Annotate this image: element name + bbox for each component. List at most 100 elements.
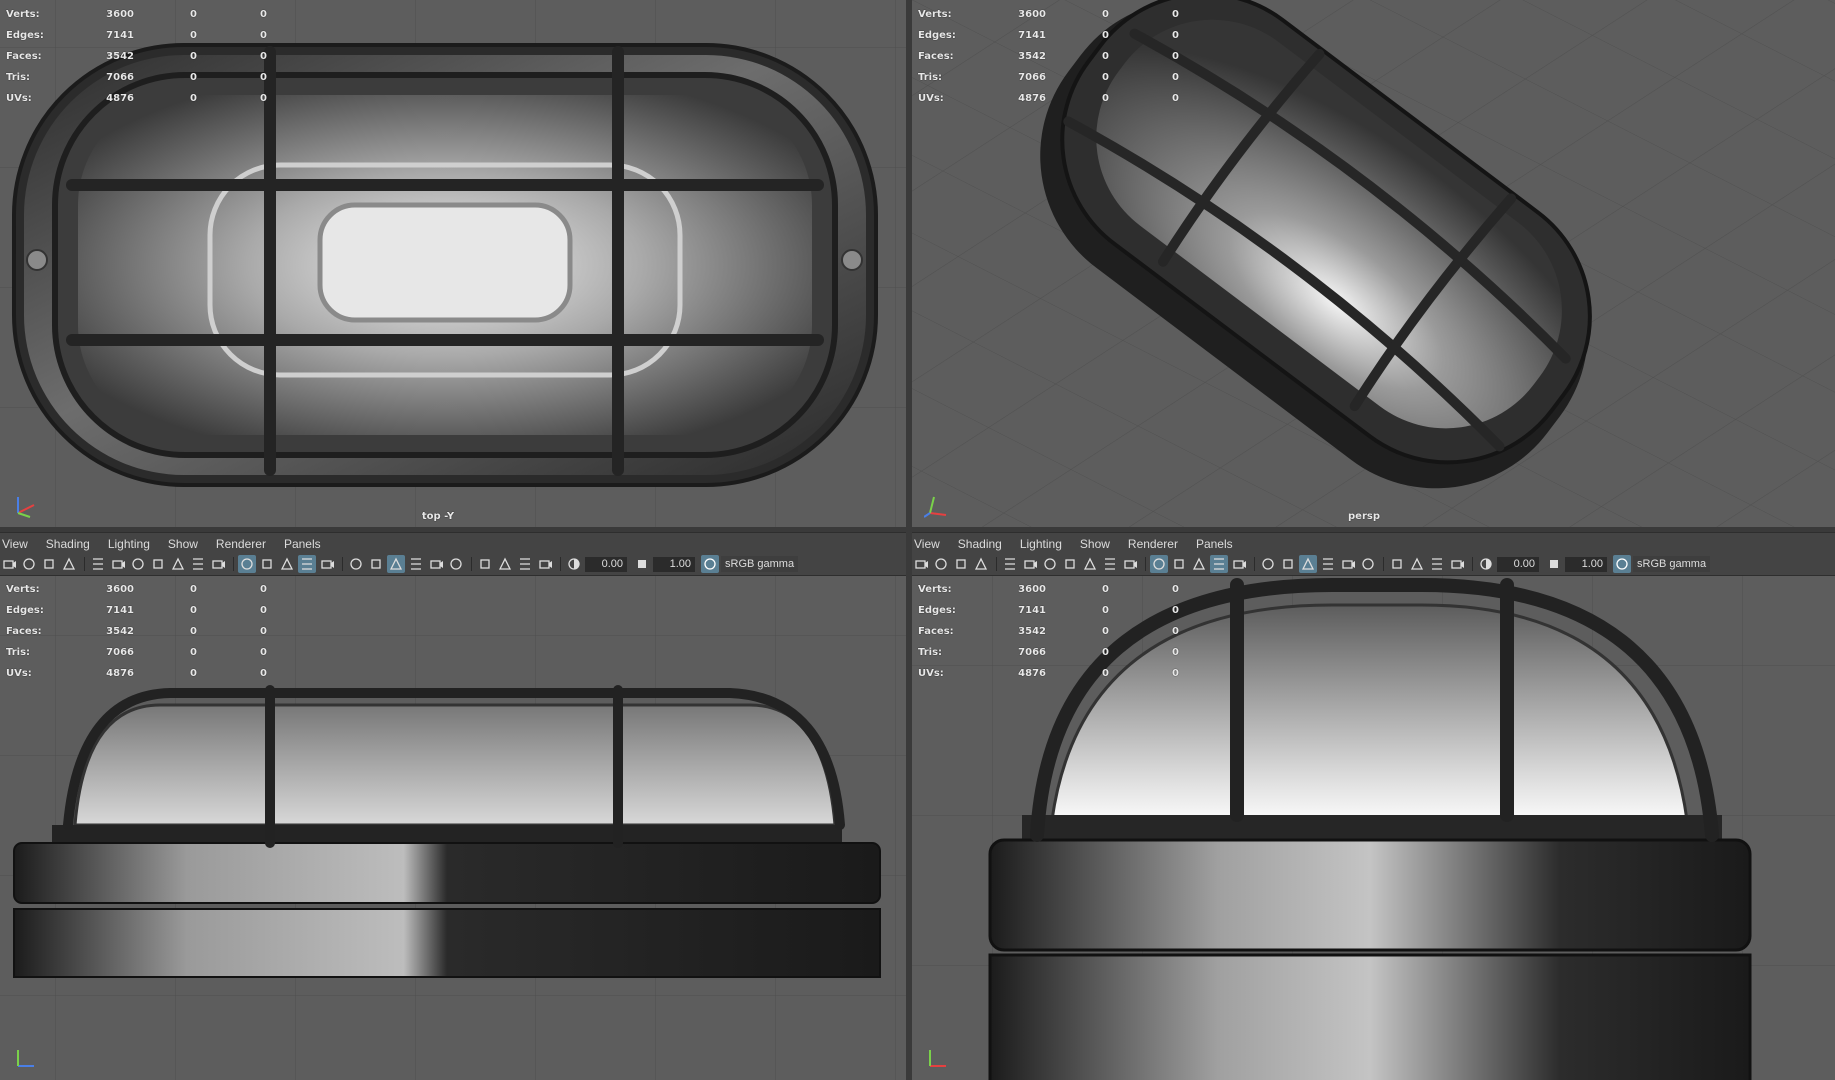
viewport-side[interactable]: Verts: 3600 0 0 Edges: 7141 0 0 Faces: 3542 0 0 Tris…: [912, 575, 1835, 1080]
stat-value: 0: [260, 9, 267, 20]
menu-shading[interactable]: Shading: [46, 535, 90, 553]
menu-panels[interactable]: Panels: [284, 535, 321, 553]
camera-icon[interactable]: [912, 555, 930, 573]
stat-value: 0: [1172, 72, 1179, 83]
stat-value: 0: [1102, 30, 1109, 41]
menu-renderer[interactable]: Renderer: [216, 535, 266, 553]
menu-lighting[interactable]: Lighting: [108, 535, 150, 553]
anti-alias-icon[interactable]: [427, 555, 445, 573]
gate-mask-icon[interactable]: [149, 555, 167, 573]
grid-toggle-icon[interactable]: [1001, 555, 1019, 573]
default-material-icon[interactable]: [278, 555, 296, 573]
wireframe-icon[interactable]: [1150, 555, 1168, 573]
bookmark-icon[interactable]: [40, 555, 58, 573]
colorspace-dropdown[interactable]: sRGB gamma: [721, 556, 799, 572]
colorspace-dropdown[interactable]: sRGB gamma: [1633, 556, 1711, 572]
xray-icon[interactable]: [318, 555, 336, 573]
camera-attr-icon[interactable]: [20, 555, 38, 573]
stat-value: 0: [1102, 605, 1109, 616]
isolate-select-icon[interactable]: [1388, 555, 1406, 573]
ambient-occlusion-icon[interactable]: [387, 555, 405, 573]
use-lights-icon[interactable]: [347, 555, 365, 573]
gamma-icon[interactable]: [1545, 555, 1563, 573]
safe-title-icon[interactable]: [209, 555, 227, 573]
smooth-shade-icon[interactable]: [258, 555, 276, 573]
film-gate-icon[interactable]: [1021, 555, 1039, 573]
field-chart-icon[interactable]: [1081, 555, 1099, 573]
motion-blur-icon[interactable]: [407, 555, 425, 573]
safe-action-icon[interactable]: [189, 555, 207, 573]
backface-cull-icon[interactable]: [1448, 555, 1466, 573]
default-material-icon[interactable]: [1190, 555, 1208, 573]
xray-icon[interactable]: [1230, 555, 1248, 573]
image-plane-icon[interactable]: [60, 555, 78, 573]
ambient-occlusion-icon[interactable]: [1299, 555, 1317, 573]
menu-view[interactable]: View: [2, 535, 28, 553]
panel-toolbar-right: View Shading Lighting Show Renderer Panels 0.…: [912, 532, 1835, 576]
depth-of-field-icon[interactable]: [447, 555, 465, 573]
image-plane-icon[interactable]: [972, 555, 990, 573]
motion-blur-icon[interactable]: [1319, 555, 1337, 573]
menu-shading[interactable]: Shading: [958, 535, 1002, 553]
menu-lighting[interactable]: Lighting: [1020, 535, 1062, 553]
gate-mask-icon[interactable]: [1061, 555, 1079, 573]
stat-value: 0: [1102, 51, 1109, 62]
menu-panels[interactable]: Panels: [1196, 535, 1233, 553]
textured-icon[interactable]: [1210, 555, 1228, 573]
viewport-top[interactable]: Verts: 3600 0 0 Edges: 7141 0 0 Faces: 3542 0 0 Tris…: [0, 0, 906, 527]
xray-active-icon[interactable]: [516, 555, 534, 573]
camera-icon[interactable]: [0, 555, 18, 573]
menu-show[interactable]: Show: [168, 535, 198, 553]
resolution-gate-icon[interactable]: [129, 555, 147, 573]
stat-label: Edges:: [6, 605, 44, 616]
field-chart-icon[interactable]: [169, 555, 187, 573]
shadows-icon[interactable]: [1279, 555, 1297, 573]
toolbar-separator: [233, 557, 234, 571]
stat-value: 0: [190, 647, 197, 658]
stat-value: 7066: [1018, 72, 1046, 83]
stat-value: 0: [190, 584, 197, 595]
color-management-icon[interactable]: [1613, 555, 1631, 573]
anti-alias-icon[interactable]: [1339, 555, 1357, 573]
xray-joints-icon[interactable]: [1408, 555, 1426, 573]
exposure-icon[interactable]: [565, 555, 583, 573]
wireframe-icon[interactable]: [238, 555, 256, 573]
backface-cull-icon[interactable]: [536, 555, 554, 573]
camera-attr-icon[interactable]: [932, 555, 950, 573]
safe-title-icon[interactable]: [1121, 555, 1139, 573]
use-lights-icon[interactable]: [1259, 555, 1277, 573]
viewport-persp[interactable]: Verts: 3600 0 0 Edges: 7141 0 0 Faces: 3542 0 0 Tris…: [912, 0, 1835, 527]
bookmark-icon[interactable]: [952, 555, 970, 573]
stat-row: Verts: 3600 0 0: [918, 4, 1218, 25]
gamma-icon[interactable]: [633, 555, 651, 573]
stat-value: 3542: [1018, 626, 1046, 637]
axis-gizmo-icon: [17, 1050, 34, 1067]
stat-value: 0: [260, 626, 267, 637]
exposure-field[interactable]: 0.00: [1497, 556, 1539, 572]
resolution-gate-icon[interactable]: [1041, 555, 1059, 573]
menu-view[interactable]: View: [914, 535, 940, 553]
stat-row: Edges: 7141 0 0: [918, 25, 1218, 46]
shadows-icon[interactable]: [367, 555, 385, 573]
depth-of-field-icon[interactable]: [1359, 555, 1377, 573]
poly-count-hud: Verts: 3600 0 0 Edges: 7141 0 0 Faces: 3542 0 0 Tris…: [6, 4, 306, 109]
film-gate-icon[interactable]: [109, 555, 127, 573]
menu-show[interactable]: Show: [1080, 535, 1110, 553]
stat-label: UVs:: [6, 668, 32, 679]
gamma-field[interactable]: 1.00: [653, 556, 695, 572]
smooth-shade-icon[interactable]: [1170, 555, 1188, 573]
exposure-icon[interactable]: [1477, 555, 1495, 573]
exposure-field[interactable]: 0.00: [585, 556, 627, 572]
textured-icon[interactable]: [298, 555, 316, 573]
safe-action-icon[interactable]: [1101, 555, 1119, 573]
color-management-icon[interactable]: [701, 555, 719, 573]
menu-renderer[interactable]: Renderer: [1128, 535, 1178, 553]
xray-joints-icon[interactable]: [496, 555, 514, 573]
viewport-front[interactable]: Verts: 3600 0 0 Edges: 7141 0 0 Faces: 3542 0 0 Tris…: [0, 575, 906, 1080]
xray-active-icon[interactable]: [1428, 555, 1446, 573]
isolate-select-icon[interactable]: [476, 555, 494, 573]
stat-value: 7066: [106, 72, 134, 83]
gamma-field[interactable]: 1.00: [1565, 556, 1607, 572]
grid-toggle-icon[interactable]: [89, 555, 107, 573]
stat-row: Tris: 7066 0 0: [918, 642, 1218, 663]
